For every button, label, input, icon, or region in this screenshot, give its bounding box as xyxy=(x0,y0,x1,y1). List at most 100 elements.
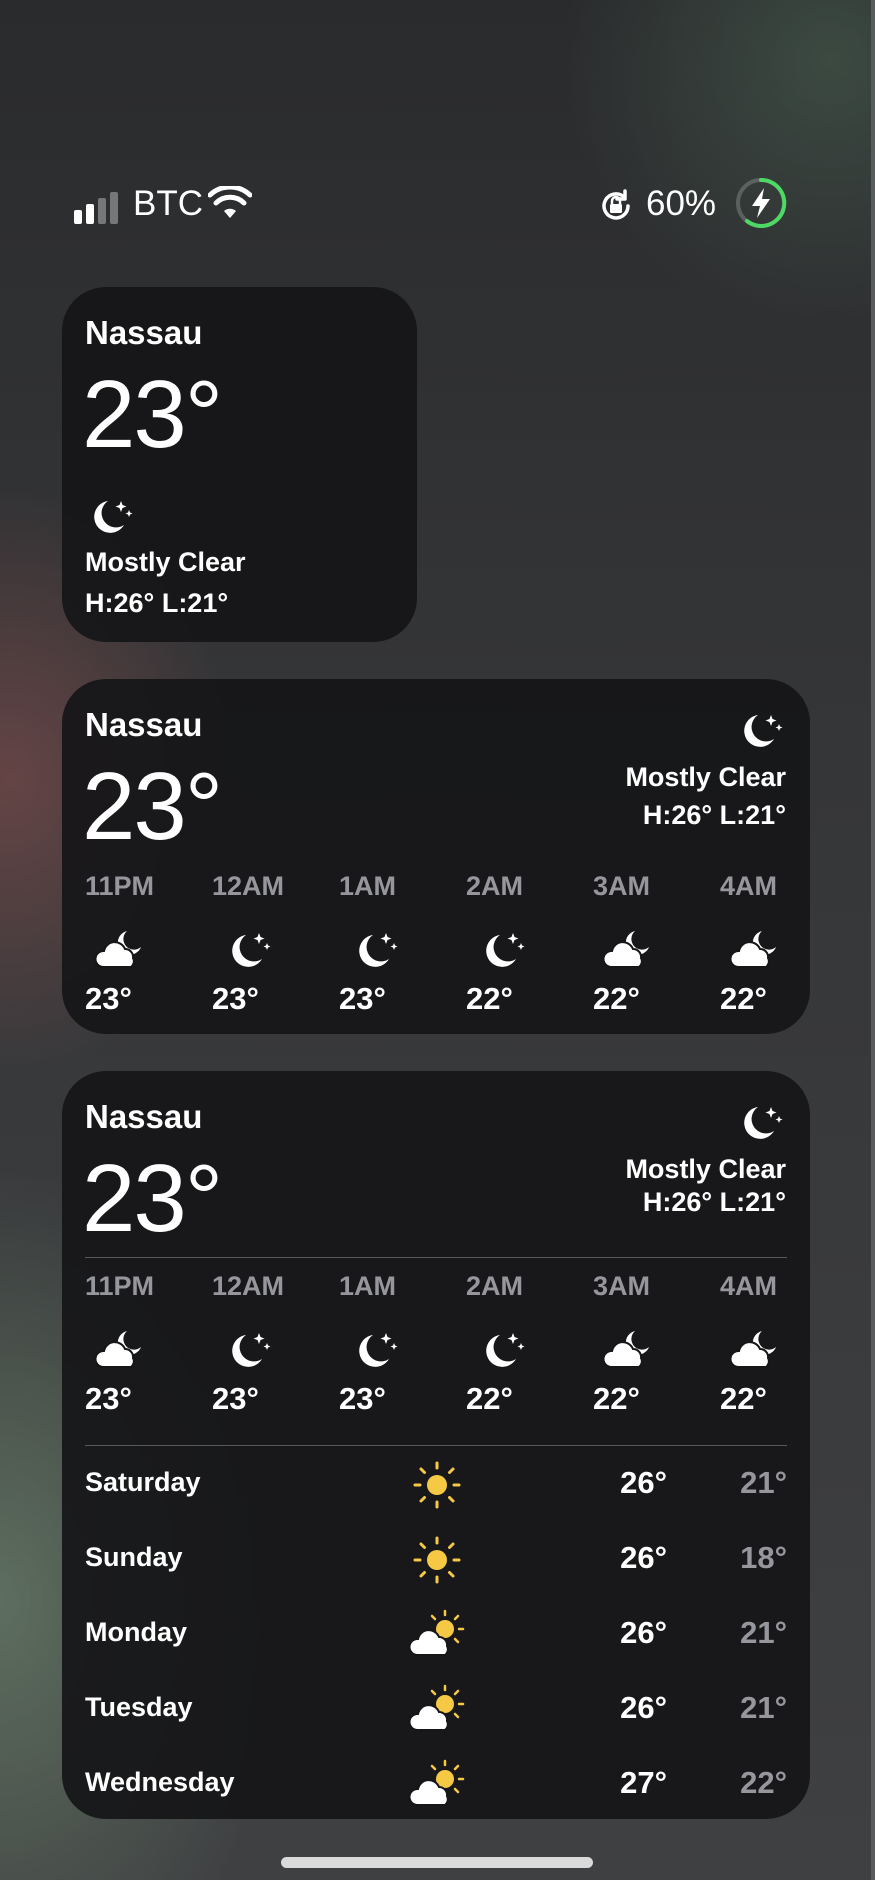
city-name: Nassau xyxy=(85,1098,203,1135)
cloud-moon-icon xyxy=(91,1325,151,1375)
sun-icon xyxy=(407,1457,467,1513)
hourly-item: 12AM 23° xyxy=(212,871,292,1016)
hourly-item: 2AM 22° xyxy=(466,1271,546,1416)
day-low: 21° xyxy=(740,1465,787,1500)
hour-temperature: 23° xyxy=(339,1381,386,1416)
hourly-item: 11PM 23° xyxy=(85,871,165,1016)
hourly-item: 3AM 22° xyxy=(593,1271,673,1416)
moon-stars-icon xyxy=(472,1325,532,1375)
battery-charging-icon xyxy=(736,177,787,228)
hour-label: 3AM xyxy=(593,1271,651,1301)
hour-label: 1AM xyxy=(339,1271,397,1301)
battery-percentage: 60% xyxy=(646,184,717,223)
hour-label: 11PM xyxy=(85,1271,155,1301)
daily-row: Monday 26° 21° xyxy=(85,1607,787,1667)
hour-temperature: 22° xyxy=(720,981,767,1016)
cloud-sun-icon xyxy=(407,1607,467,1663)
day-name: Sunday xyxy=(85,1542,183,1572)
hour-label: 12AM xyxy=(212,871,285,901)
hour-label: 2AM xyxy=(466,1271,524,1301)
hourly-item: 11PM 23° xyxy=(85,1271,165,1416)
hour-label: 2AM xyxy=(466,871,524,901)
cloud-sun-icon xyxy=(407,1682,467,1738)
hour-temperature: 23° xyxy=(85,1381,132,1416)
hourly-item: 1AM 23° xyxy=(339,871,419,1016)
hour-temperature: 22° xyxy=(593,1381,640,1416)
hour-temperature: 23° xyxy=(212,1381,259,1416)
current-temperature: 23° xyxy=(82,1145,223,1252)
day-high: 26° xyxy=(620,1540,667,1575)
daily-row: Wednesday 27° 22° xyxy=(85,1757,787,1817)
home-indicator[interactable] xyxy=(281,1857,593,1868)
wifi-icon xyxy=(208,186,252,218)
moon-stars-icon xyxy=(218,925,278,975)
hour-label: 12AM xyxy=(212,1271,285,1301)
day-low: 22° xyxy=(740,1765,787,1800)
day-low: 18° xyxy=(740,1540,787,1575)
day-high: 26° xyxy=(620,1465,667,1500)
current-temperature: 23° xyxy=(82,361,223,468)
hourly-item: 4AM 22° xyxy=(720,871,800,1016)
hour-label: 3AM xyxy=(593,871,651,901)
cellular-signal-icon xyxy=(74,188,124,224)
high-low-text: H:26° L:21° xyxy=(642,800,786,830)
moon-stars-icon xyxy=(472,925,532,975)
weather-widget-large[interactable]: Nassau 23° Mostly Clear H:26° L:21° 11PM… xyxy=(62,1071,810,1819)
day-high: 27° xyxy=(620,1765,667,1800)
hourly-item: 1AM 23° xyxy=(339,1271,419,1416)
hour-label: 4AM xyxy=(720,1271,778,1301)
status-bar: BTC 60% xyxy=(0,177,875,240)
carrier-name: BTC xyxy=(133,184,203,223)
daily-row: Sunday 26° 18° xyxy=(85,1532,787,1592)
hour-temperature: 22° xyxy=(720,1381,767,1416)
hour-temperature: 23° xyxy=(339,981,386,1016)
day-low: 21° xyxy=(740,1690,787,1725)
day-low: 21° xyxy=(740,1615,787,1650)
day-name: Wednesday xyxy=(85,1767,235,1797)
moon-stars-icon xyxy=(345,1325,405,1375)
hourly-item: 3AM 22° xyxy=(593,871,673,1016)
city-name: Nassau xyxy=(85,706,203,743)
hourly-item: 2AM 22° xyxy=(466,871,546,1016)
divider xyxy=(85,1445,787,1446)
weather-widget-small[interactable]: Nassau 23° Mostly Clear H:26° L:21° xyxy=(62,287,417,642)
city-name: Nassau xyxy=(85,314,203,351)
cloud-moon-icon xyxy=(599,1325,659,1375)
moon-stars-icon xyxy=(218,1325,278,1375)
current-temperature: 23° xyxy=(82,753,223,860)
moon-stars-icon xyxy=(345,925,405,975)
day-name: Saturday xyxy=(85,1467,201,1497)
high-low-text: H:26° L:21° xyxy=(85,588,229,618)
daily-row: Saturday 26° 21° xyxy=(85,1457,787,1517)
hour-label: 4AM xyxy=(720,871,778,901)
cloud-moon-icon xyxy=(726,925,786,975)
day-high: 26° xyxy=(620,1615,667,1650)
moon-stars-icon xyxy=(744,1107,783,1139)
day-name: Tuesday xyxy=(85,1692,193,1722)
hour-label: 11PM xyxy=(85,871,155,901)
sun-icon xyxy=(407,1532,467,1588)
rotation-lock-icon xyxy=(602,189,630,220)
high-low-text: H:26° L:21° xyxy=(642,1187,786,1217)
condition-text: Mostly Clear xyxy=(625,1154,786,1184)
hour-temperature: 22° xyxy=(593,981,640,1016)
day-high: 26° xyxy=(620,1690,667,1725)
hour-label: 1AM xyxy=(339,871,397,901)
weather-widget-medium[interactable]: Nassau 23° Mostly Clear H:26° L:21° 11PM… xyxy=(62,679,810,1034)
hour-temperature: 23° xyxy=(85,981,132,1016)
hour-temperature: 22° xyxy=(466,1381,513,1416)
hour-temperature: 23° xyxy=(212,981,259,1016)
daily-row: Tuesday 26° 21° xyxy=(85,1682,787,1742)
cloud-sun-icon xyxy=(407,1757,467,1813)
cloud-moon-icon xyxy=(91,925,151,975)
condition-text: Mostly Clear xyxy=(625,762,786,792)
cloud-moon-icon xyxy=(726,1325,786,1375)
moon-stars-icon xyxy=(94,501,133,533)
condition-text: Mostly Clear xyxy=(85,547,246,577)
hour-temperature: 22° xyxy=(466,981,513,1016)
moon-stars-icon xyxy=(744,715,783,747)
screen-edge xyxy=(871,0,875,1880)
cloud-moon-icon xyxy=(599,925,659,975)
hourly-item: 4AM 22° xyxy=(720,1271,800,1416)
day-name: Monday xyxy=(85,1617,188,1647)
